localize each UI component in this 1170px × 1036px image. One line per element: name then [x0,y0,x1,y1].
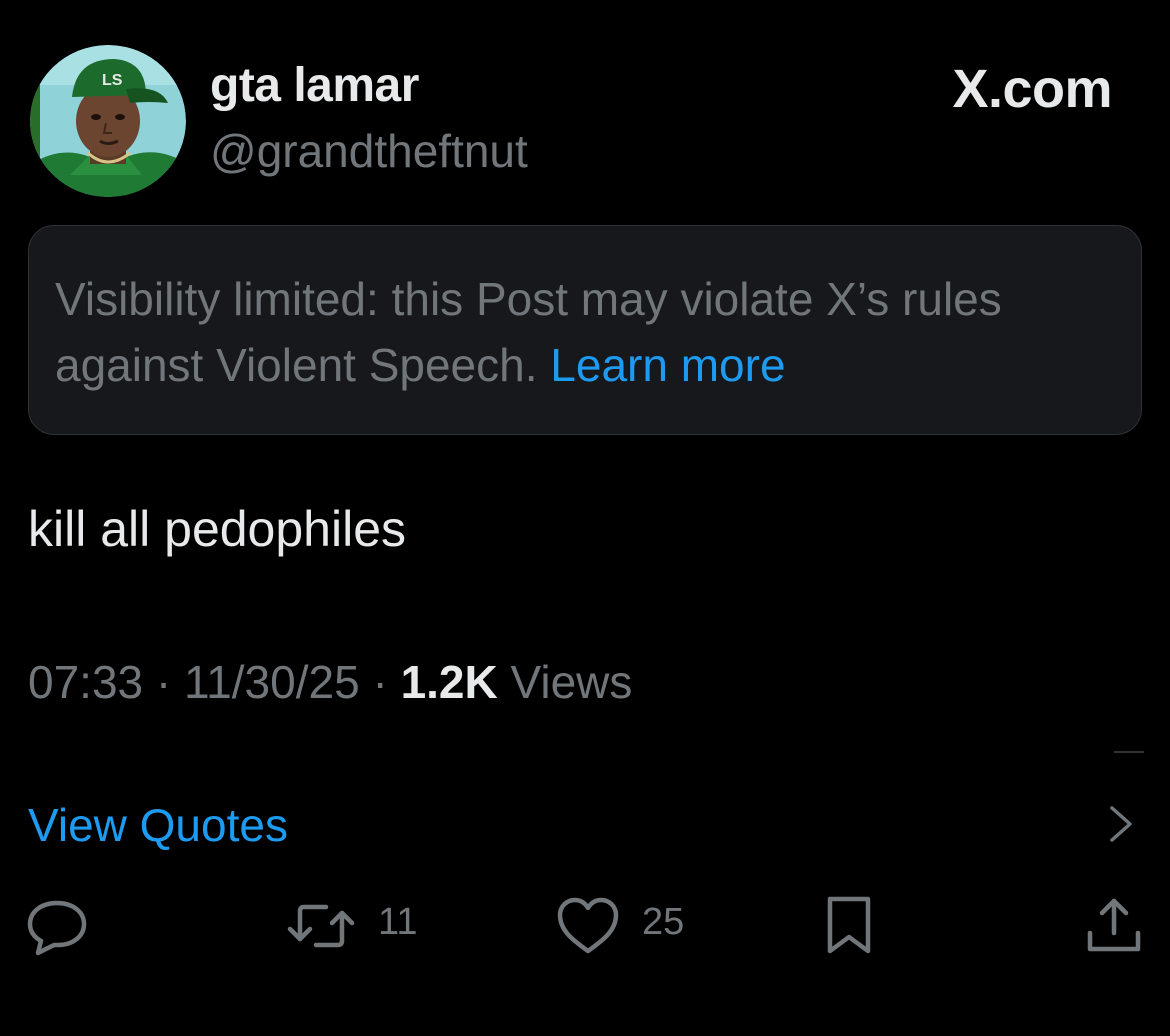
brand-logo: X.com [952,59,1112,119]
post-time[interactable]: 07:33 [28,656,143,708]
post-detail: LS gta lamar @grandtheftnut X.com Visibi… [0,0,1170,1036]
bookmark-icon [827,896,871,954]
avatar[interactable]: LS [30,45,186,197]
repost-count: 11 [378,901,418,943]
repost-icon [287,904,355,948]
learn-more-link[interactable]: Learn more [550,339,785,391]
reply-icon [27,900,87,956]
meta-separator: · [372,656,388,708]
share-button[interactable] [1084,893,1144,959]
like-button[interactable]: 25 [556,893,706,959]
divider [1114,751,1144,753]
view-quotes-label: View Quotes [28,799,288,851]
reply-button[interactable] [24,893,94,959]
post-date[interactable]: 11/30/25 [184,656,360,708]
post-text: kill all pedophiles [28,501,407,557]
user-handle[interactable]: @grandtheftnut [210,124,528,178]
avatar-cap-text: LS [102,72,123,89]
bookmark-button[interactable] [824,893,880,959]
views-label: Views [510,656,633,708]
views-count: 1.2K [400,656,498,708]
share-icon [1087,898,1141,952]
visibility-notice: Visibility limited: this Post may violat… [28,225,1142,435]
chevron-right-icon [1110,806,1132,842]
display-name[interactable]: gta lamar [210,58,419,113]
meta-separator: · [155,656,172,708]
view-quotes-row[interactable]: View Quotes [0,780,1170,870]
heart-icon [557,897,619,954]
notice-text: Visibility limited: this Post may violat… [55,273,1002,391]
like-count: 25 [642,901,685,943]
post-meta: 07:33 · 11/30/25 · 1.2K Views [28,655,632,709]
repost-button[interactable]: 11 [286,893,436,959]
